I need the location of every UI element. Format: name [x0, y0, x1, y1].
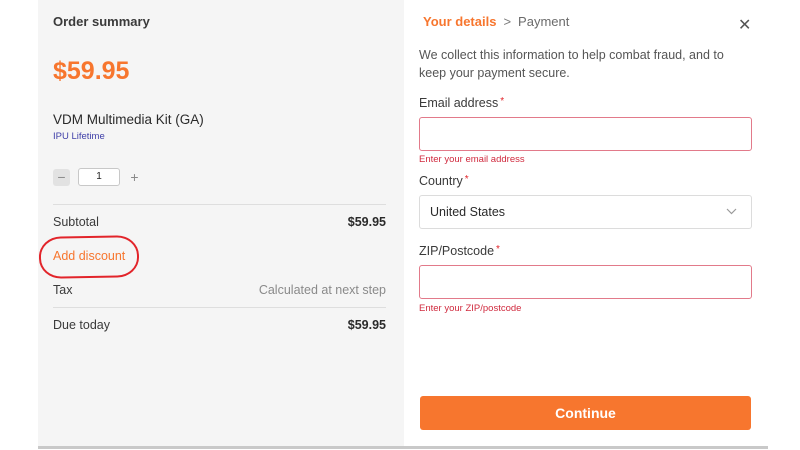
increment-button[interactable]: +	[126, 169, 143, 186]
checkout-modal: Order summary $59.95 VDM Multimedia Kit …	[38, 0, 768, 449]
close-icon[interactable]: ✕	[738, 15, 751, 35]
required-mark: *	[464, 174, 469, 185]
due-today-label: Due today	[53, 318, 110, 332]
chevron-down-icon	[726, 207, 737, 218]
continue-button[interactable]: Continue	[420, 396, 751, 430]
intro-text: We collect this information to help comb…	[419, 48, 724, 80]
breadcrumb-separator-icon: >	[503, 14, 512, 29]
total-price: $59.95	[53, 57, 130, 85]
required-mark: *	[500, 96, 505, 107]
product-license: IPU Lifetime	[53, 131, 105, 142]
due-today-value: $59.95	[347, 318, 386, 332]
decrement-button[interactable]: −	[53, 168, 70, 186]
tax-value: Calculated at next step	[258, 283, 386, 297]
email-error: Enter your email address	[419, 154, 525, 165]
order-summary-title: Order summary	[53, 14, 150, 29]
divider	[53, 204, 386, 205]
zip-error: Enter your ZIP/postcode	[419, 303, 522, 314]
details-panel: Your details > Payment ✕ We collect this…	[404, 0, 768, 446]
due-today-row: Due today $59.95	[53, 318, 386, 332]
country-value: United States	[430, 205, 506, 219]
product-name: VDM Multimedia Kit (GA)	[53, 112, 204, 127]
quantity-input[interactable]: 1	[78, 168, 120, 186]
breadcrumb: Your details > Payment	[423, 14, 569, 29]
subtotal-label: Subtotal	[53, 215, 99, 229]
step-payment[interactable]: Payment	[518, 14, 569, 29]
step-your-details[interactable]: Your details	[423, 14, 496, 29]
required-mark: *	[496, 244, 500, 255]
subtotal-value: $59.95	[347, 215, 386, 229]
tax-label: Tax	[53, 283, 73, 297]
country-select[interactable]: United States	[419, 195, 752, 229]
subtotal-row: Subtotal $59.95	[53, 215, 386, 229]
order-summary-panel: Order summary $59.95 VDM Multimedia Kit …	[38, 0, 404, 446]
zip-label: ZIP/Postcode *	[419, 244, 500, 258]
zip-field[interactable]	[419, 265, 752, 299]
tax-row: Tax Calculated at next step	[53, 283, 386, 297]
quantity-stepper: − 1 +	[53, 168, 143, 186]
divider	[53, 307, 386, 308]
add-discount-link[interactable]: Add discount	[53, 249, 125, 263]
country-label: Country *	[419, 174, 469, 188]
email-field[interactable]	[419, 117, 752, 151]
email-label: Email address *	[419, 96, 505, 110]
